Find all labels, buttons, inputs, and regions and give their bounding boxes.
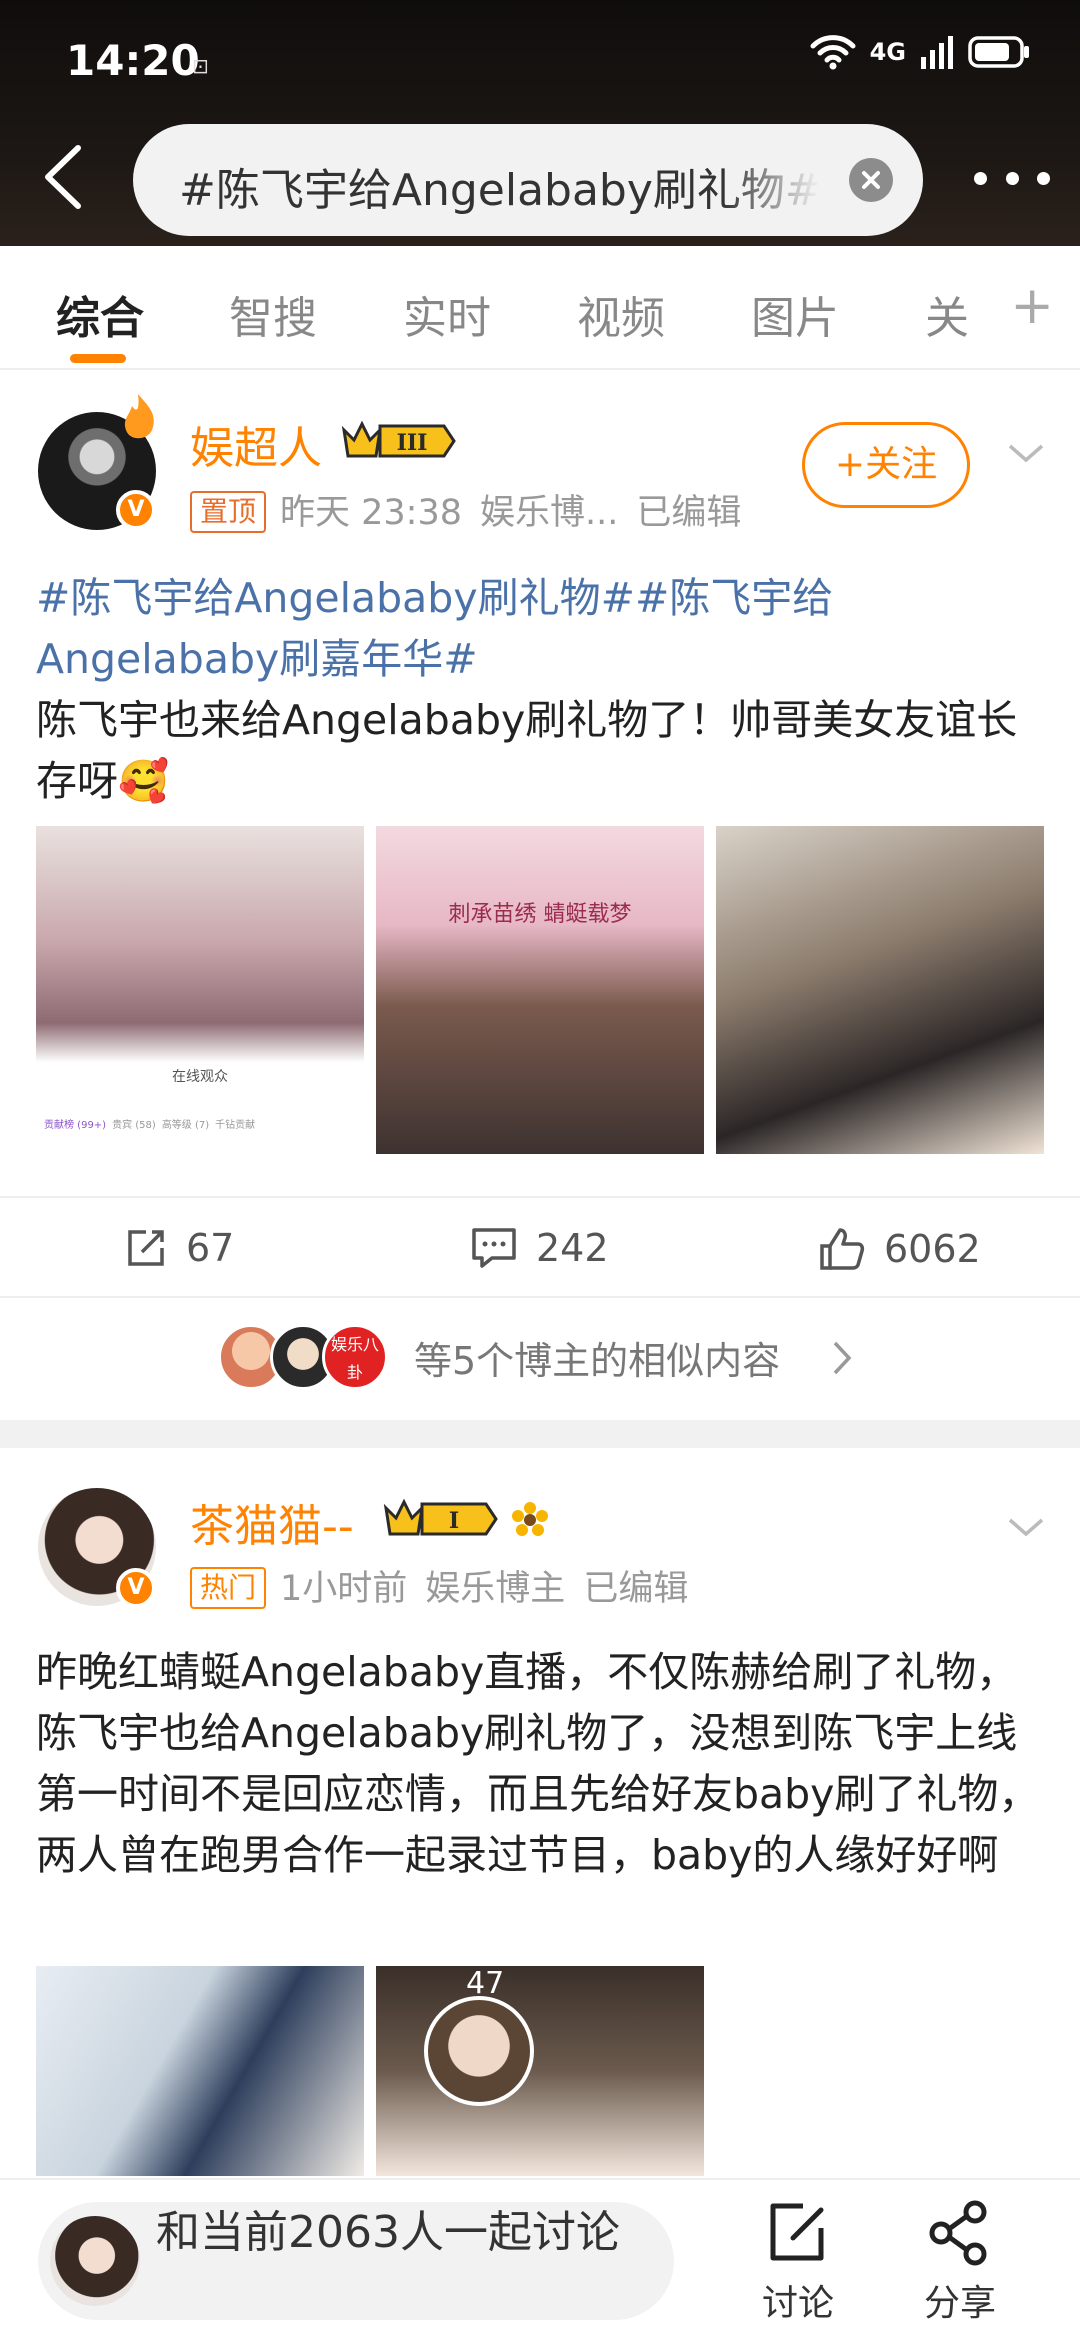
- vip-crown-icon: I: [383, 1498, 498, 1536]
- follow-button[interactable]: +关注: [802, 422, 970, 508]
- search-input[interactable]: #陈飞宇给Angelababy刷礼物#: [133, 124, 923, 236]
- repost-icon: [128, 1230, 164, 1266]
- discuss-button[interactable]: 讨论: [748, 2198, 848, 2326]
- post-image[interactable]: 在线观众 贡献榜 (99+) 贵宾 (58) 高等级 (7) 千钻贡献: [36, 826, 364, 1154]
- image-chip: 贵宾 (58): [112, 1120, 156, 1131]
- share-label: 分享: [923, 2283, 996, 2324]
- image-overlay-text: 47: [466, 1966, 505, 2001]
- comment-count: 242: [536, 1226, 609, 1270]
- top-header: 14:20 ⊡ 4G #陈飞宇给Angelababy刷礼物#: [0, 0, 1080, 246]
- post-card: V 茶猫猫-- I 热门 1小时前 娱乐博主 已编辑 昨晚红蜻蜓Angelababy直…: [0, 1448, 1080, 2178]
- battery-icon: [968, 36, 1029, 68]
- repost-button[interactable]: 67: [124, 1226, 234, 1270]
- clear-search-button[interactable]: [849, 158, 893, 202]
- related-content[interactable]: 娱乐八卦 等5个博主的相似内容: [0, 1296, 1080, 1416]
- chevron-right-icon: [833, 1341, 852, 1375]
- post-source: 娱乐博主: [425, 1569, 566, 1609]
- post-meta: 置顶 昨天 23:38 娱乐博... 已编辑: [190, 484, 741, 535]
- close-icon: [862, 171, 880, 189]
- like-count: 6062: [884, 1227, 981, 1271]
- search-query: #陈飞宇给Angelababy刷礼物#: [179, 165, 819, 216]
- back-button[interactable]: [40, 142, 90, 212]
- compose-icon: [770, 2203, 824, 2261]
- post-images: 47: [36, 1966, 704, 2176]
- sunflower-icon: [512, 1502, 548, 1536]
- thumbs-up-icon: [820, 1228, 865, 1270]
- chevron-down-icon[interactable]: [1006, 1508, 1046, 1548]
- verified-badge-icon: V: [116, 1568, 156, 1608]
- like-button[interactable]: 6062: [818, 1226, 981, 1272]
- post-image[interactable]: [716, 826, 1044, 1154]
- entertainment-badge-text: 娱乐八卦: [330, 1335, 379, 1382]
- discuss-label: 讨论: [761, 2283, 834, 2324]
- post-edited: 已编辑: [583, 1569, 689, 1609]
- image-chip: 高等级 (7): [161, 1120, 210, 1131]
- post-time: 1小时前: [280, 1569, 408, 1609]
- post-divider: [0, 1420, 1080, 1448]
- post-time: 昨天 23:38: [280, 493, 463, 533]
- image-chip: 千钻贡献: [215, 1120, 256, 1131]
- back-arrow-icon: [45, 145, 81, 209]
- post-hashtags[interactable]: #陈飞宇给Angelababy刷礼物##陈飞宇给Angelababy刷嘉年华#: [36, 574, 833, 683]
- post-image[interactable]: 47: [376, 1966, 704, 2176]
- post-source: 娱乐博...: [480, 493, 619, 533]
- post-username[interactable]: 茶猫猫--: [190, 1490, 354, 1554]
- tab-smart-search[interactable]: 智搜: [229, 282, 317, 346]
- post-card: V 娱超人 III 置顶 昨天 23:38 娱乐博... 已编辑 +关注 #陈飞宇给A…: [0, 372, 1080, 1418]
- tab-comprehensive[interactable]: 综合: [56, 282, 144, 346]
- pinned-tag: 置顶: [190, 491, 267, 533]
- tab-images[interactable]: 图片: [751, 282, 839, 346]
- flame-icon: [124, 394, 154, 439]
- network-type: 4G: [869, 38, 906, 66]
- active-tab-indicator: [70, 354, 126, 363]
- more-dot-icon: [1037, 171, 1050, 185]
- bottom-bar: 和当前2063人一起讨论 讨论 分享: [0, 2178, 1080, 2340]
- post-edited: 已编辑: [636, 493, 742, 533]
- more-dot-icon: [974, 171, 987, 185]
- tab-video[interactable]: 视频: [577, 282, 665, 346]
- share-icon: [929, 2200, 987, 2266]
- discuss-input[interactable]: 和当前2063人一起讨论: [38, 2202, 674, 2320]
- image-chip: 贡献榜 (99+): [44, 1120, 107, 1131]
- add-tab-icon[interactable]: +: [1010, 276, 1054, 336]
- signal-icon: [921, 36, 953, 69]
- status-icons: 4G: [810, 34, 1030, 70]
- sim-icon: ⊡: [192, 54, 209, 78]
- comment-button[interactable]: 242: [470, 1226, 609, 1270]
- tab-realtime[interactable]: 实时: [403, 282, 491, 346]
- tab-related[interactable]: 关: [925, 282, 969, 346]
- discuss-prompt: 和当前2063人一起讨论: [156, 2207, 620, 2258]
- status-bar: 14:20 ⊡ 4G: [0, 0, 1080, 120]
- share-button[interactable]: 分享: [910, 2198, 1010, 2326]
- status-time: 14:20: [66, 36, 200, 85]
- more-options-button[interactable]: [974, 158, 1050, 198]
- chevron-down-icon[interactable]: [1006, 434, 1046, 474]
- post-actions: 67 242 6062: [0, 1196, 1080, 1304]
- hot-tag: 热门: [190, 1567, 267, 1609]
- search-tabs: 综合 智搜 实时 视频 图片 关 +: [0, 246, 1080, 370]
- image-chips: 贡献榜 (99+) 贵宾 (58) 高等级 (7) 千钻贡献: [44, 1116, 255, 1131]
- more-dot-icon: [1005, 171, 1019, 185]
- avatar: [50, 2216, 140, 2306]
- post-images: 在线观众 贡献榜 (99+) 贵宾 (58) 高等级 (7) 千钻贡献 刺承苗绣…: [36, 826, 1044, 1154]
- vip-level: I: [449, 1508, 459, 1534]
- wifi-icon: [810, 35, 856, 70]
- vip-crown-icon: III: [341, 420, 456, 458]
- post-text: 昨晚红蜻蜓Angelababy直播，不仅陈赫给刷了礼物，陈飞宇也给Angelab…: [36, 1648, 1040, 1879]
- vip-level: III: [397, 430, 428, 456]
- image-caption: 刺承苗绣 蜻蜓载梦: [448, 902, 632, 927]
- image-caption: 在线观众: [172, 1069, 228, 1085]
- post-meta: 热门 1小时前 娱乐博主 已编辑: [190, 1560, 688, 1611]
- post-image[interactable]: 刺承苗绣 蜻蜓载梦: [376, 826, 704, 1154]
- post-username[interactable]: 娱超人: [190, 412, 322, 476]
- post-text-block: #陈飞宇给Angelababy刷礼物##陈飞宇给Angelababy刷嘉年华# …: [36, 568, 1046, 812]
- post-image[interactable]: [36, 1966, 364, 2176]
- comment-icon: [472, 1228, 516, 1268]
- repost-count: 67: [186, 1226, 235, 1270]
- avatar: [424, 1996, 534, 2106]
- entertainment-badge: 娱乐八卦: [322, 1324, 388, 1390]
- post-text: 陈飞宇也来给Angelababy刷礼物了！帅哥美女友谊长存呀🥰: [36, 696, 1018, 805]
- verified-badge-icon: V: [116, 490, 156, 530]
- related-text: 等5个博主的相似内容: [414, 1339, 781, 1383]
